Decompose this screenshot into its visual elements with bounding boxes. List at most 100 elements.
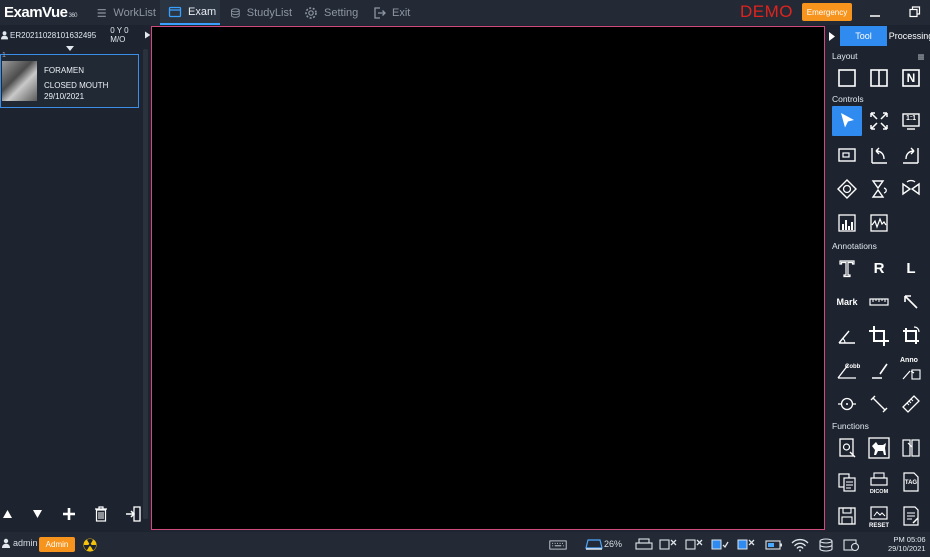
ruler-button[interactable] <box>864 287 894 317</box>
save-icon <box>838 507 856 525</box>
user-icon <box>2 538 10 548</box>
actual-size-button[interactable]: 1:1 <box>896 106 926 136</box>
anno-button[interactable]: Anno <box>896 355 926 385</box>
thumbnail-toolbar <box>0 503 148 525</box>
cobb-angle-button[interactable]: Cobb <box>832 355 862 385</box>
ruler-icon <box>869 298 889 306</box>
export-door-icon <box>126 506 141 522</box>
tab-exit[interactable]: Exit <box>372 0 412 25</box>
rotate-left-button[interactable] <box>864 140 894 170</box>
study-id: ER20211028101632495 <box>10 30 97 40</box>
save-button[interactable] <box>832 501 862 531</box>
arrow-up-left-icon <box>904 295 918 309</box>
storage-disconnected-icon[interactable] <box>736 537 756 553</box>
pen-icon <box>872 363 888 379</box>
move-up-button[interactable] <box>0 503 14 525</box>
mark-button[interactable]: Mark <box>832 287 862 317</box>
study-header[interactable]: ER20211028101632495 0 Y 0 M/O <box>0 25 150 45</box>
arrow-annotation-button[interactable] <box>896 287 926 317</box>
triangle-down-icon <box>32 510 42 518</box>
histogram-button[interactable] <box>832 208 862 238</box>
section-controls: Controls <box>832 94 864 104</box>
single-panel-icon <box>838 69 856 87</box>
tab-tool[interactable]: Tool <box>840 26 887 46</box>
text-annotation-button[interactable] <box>832 253 862 283</box>
waveform-button[interactable] <box>864 208 894 238</box>
restore-button[interactable] <box>906 4 924 20</box>
select-pointer-button[interactable] <box>832 106 862 136</box>
dicom-print-button[interactable]: DICOM <box>864 467 894 497</box>
app-logo: ExamVue360 <box>4 4 77 21</box>
angle-button[interactable] <box>832 321 862 351</box>
waveform-icon <box>870 214 888 232</box>
pacs-connected-icon[interactable] <box>710 537 730 553</box>
chevron-down-icon[interactable] <box>66 46 74 51</box>
diagonal-measure-icon <box>870 395 888 413</box>
tab-exam[interactable]: Exam <box>160 0 220 25</box>
calibrate-button[interactable] <box>896 389 926 419</box>
worklist-disconnected-icon[interactable] <box>684 537 704 553</box>
report-button[interactable] <box>896 501 926 531</box>
right-marker-button[interactable]: R <box>864 253 894 283</box>
tag-button[interactable]: TAG <box>896 467 926 497</box>
flip-vertical-button[interactable] <box>864 174 894 204</box>
rotate-right-button[interactable] <box>896 140 926 170</box>
demo-label: DEMO <box>740 2 793 21</box>
flip-horizontal-button[interactable] <box>896 174 926 204</box>
move-down-button[interactable] <box>28 503 46 525</box>
point-marker-button[interactable] <box>832 389 862 419</box>
top-bar: ExamVue360 WorkList Exam StudyList Setti… <box>0 0 930 25</box>
crop-rotate-button[interactable] <box>896 321 926 351</box>
copy-button[interactable] <box>832 467 862 497</box>
crop-button[interactable] <box>864 321 894 351</box>
delete-button[interactable] <box>92 503 110 525</box>
crop-window-button[interactable] <box>832 140 862 170</box>
ruler-diagonal-icon <box>902 395 920 413</box>
thumbnail-scrollbar[interactable] <box>143 49 148 519</box>
frame-icon <box>838 148 856 162</box>
minimize-button[interactable] <box>866 4 884 20</box>
tab-setting[interactable]: Setting <box>304 0 360 25</box>
grid-dots-icon[interactable] <box>918 54 924 60</box>
triangle-up-icon <box>2 510 12 518</box>
disk-status-icon[interactable] <box>842 537 862 553</box>
tab-processing[interactable]: Processing <box>889 26 930 46</box>
left-marker-button[interactable]: L <box>896 253 926 283</box>
layout-single-button[interactable] <box>832 63 862 93</box>
wifi-icon[interactable] <box>790 537 810 553</box>
add-button[interactable] <box>60 503 78 525</box>
thumbnail-index: 1 <box>2 52 6 59</box>
menu-icon <box>97 8 106 17</box>
rotate-free-button[interactable] <box>832 174 862 204</box>
angle-icon <box>838 330 855 344</box>
tab-worklist[interactable]: WorkList <box>96 0 156 25</box>
rotate-left-icon <box>871 147 887 164</box>
export-button[interactable] <box>124 503 142 525</box>
distance-button[interactable] <box>864 389 894 419</box>
tab-studylist[interactable]: StudyList <box>230 0 292 25</box>
thumbnail-date: 29/10/2021 <box>44 92 85 101</box>
exit-icon <box>374 6 386 19</box>
reset-button[interactable]: RESET <box>864 501 894 531</box>
layout-split-button[interactable] <box>864 63 894 93</box>
body-part-button[interactable] <box>864 433 894 463</box>
fit-screen-button[interactable] <box>864 106 894 136</box>
image-thumbnail[interactable]: 1 FORAMEN CLOSED MOUTH 29/10/2021 <box>0 52 139 108</box>
current-user[interactable]: admin <box>2 538 38 548</box>
database-status-icon[interactable] <box>816 537 836 553</box>
keyboard-icon[interactable] <box>546 537 570 553</box>
layout-n-button[interactable]: N <box>896 63 926 93</box>
compare-button[interactable] <box>896 433 926 463</box>
crop-rotate-icon <box>903 326 920 344</box>
image-viewport[interactable] <box>151 26 825 530</box>
image-report-button[interactable] <box>832 433 862 463</box>
draw-line-button[interactable] <box>864 355 894 385</box>
text-t-icon <box>839 260 855 278</box>
emergency-button[interactable]: Emergency <box>802 3 852 21</box>
radiation-document-icon <box>839 438 856 458</box>
section-layout: Layout <box>832 51 858 61</box>
printer-status-icon[interactable] <box>634 537 654 553</box>
network-disconnected-icon[interactable] <box>658 537 678 553</box>
bowtie-flip-icon <box>902 179 920 196</box>
collapse-panel-button[interactable] <box>826 26 838 46</box>
